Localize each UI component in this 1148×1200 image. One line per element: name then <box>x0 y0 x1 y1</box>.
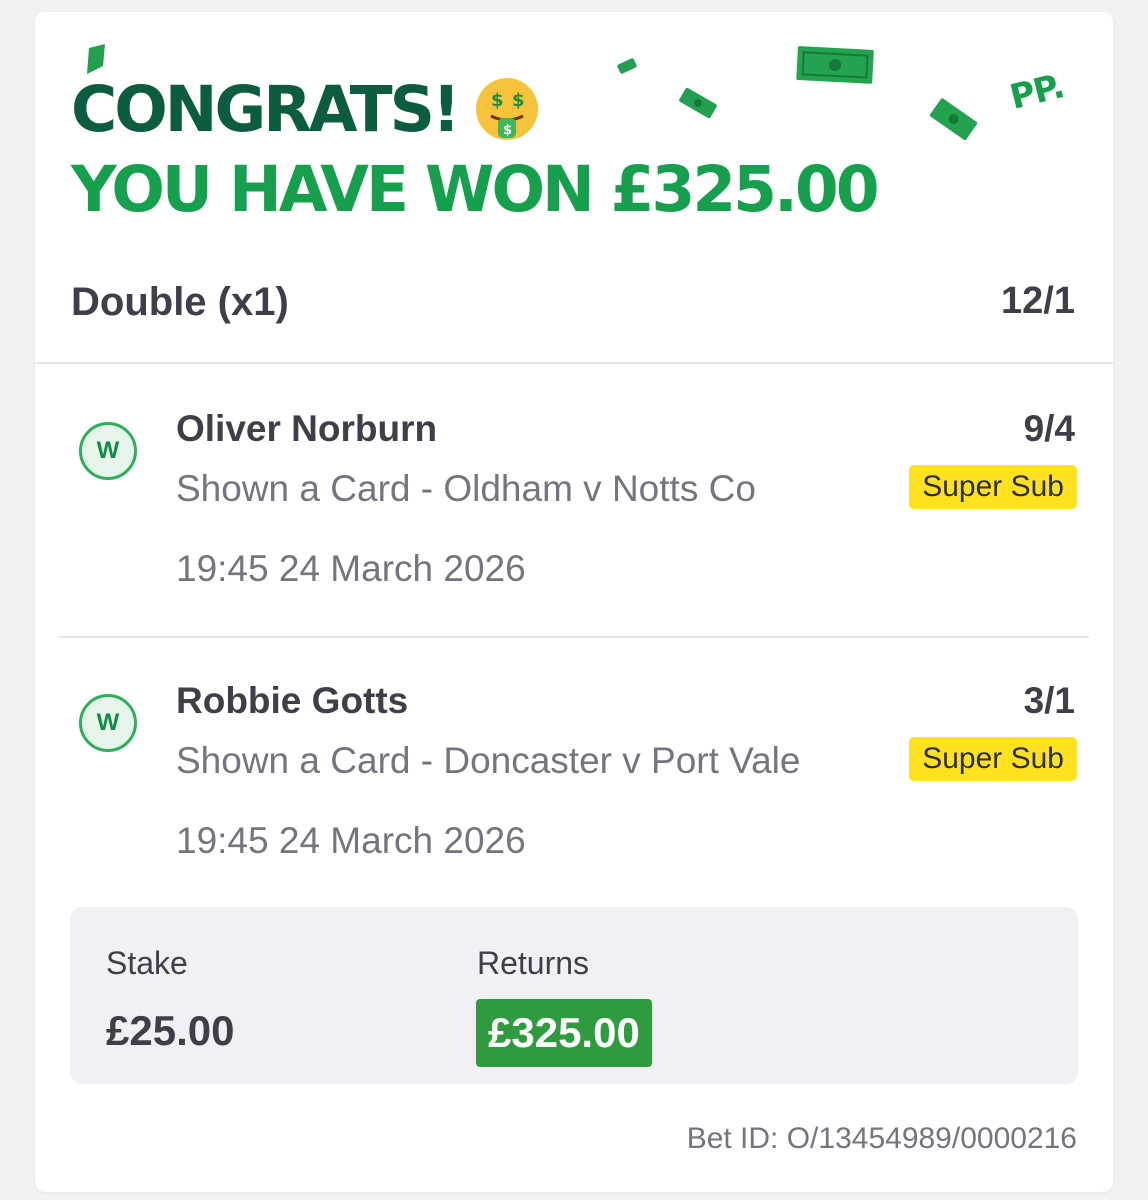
selection-date: 19:45 24 March 2026 <box>176 820 526 861</box>
selection-name: Robbie Gotts <box>176 680 409 721</box>
super-sub-badge: Super Sub <box>909 737 1077 781</box>
selection-odds: 9/4 <box>1023 408 1075 449</box>
bet-receipt-card: CONGRATS! $ $ $ YOU HAVE WON £325.00 PP.… <box>35 12 1113 1192</box>
win-banner: CONGRATS! $ $ $ YOU HAVE WON £325.00 PP. <box>35 12 1113 252</box>
super-sub-badge: Super Sub <box>909 465 1077 509</box>
banknote-icon <box>930 98 978 141</box>
stake-value: £25.00 <box>106 1007 235 1054</box>
congrats-text: CONGRATS! <box>71 72 461 146</box>
money-mouth-face-icon: $ $ $ <box>475 78 538 140</box>
banknote-icon <box>617 58 637 74</box>
selection-row: W Oliver Norburn Shown a Card - Oldham v… <box>35 364 1113 634</box>
returns-label: Returns <box>477 945 590 981</box>
congrats-heading: CONGRATS! $ $ $ <box>71 76 540 142</box>
bet-type: Double (x1) <box>71 280 289 324</box>
stake-label: Stake <box>106 945 188 981</box>
returns-value: £325.00 <box>476 999 652 1067</box>
banknote-icon <box>796 46 874 84</box>
selection-row: W Robbie Gotts Shown a Card - Doncaster … <box>59 636 1089 908</box>
selection-market: Shown a Card - Oldham v Notts Co <box>176 468 756 509</box>
win-result-badge: W <box>79 694 137 752</box>
bet-total-odds: 12/1 <box>1001 280 1075 322</box>
selection-date: 19:45 24 March 2026 <box>176 548 526 589</box>
win-result-badge: W <box>79 422 137 480</box>
won-amount-heading: YOU HAVE WON £325.00 <box>71 153 880 226</box>
bet-id: Bet ID: O/13454989/0000216 <box>686 1122 1077 1155</box>
selection-odds: 3/1 <box>1023 680 1075 721</box>
selection-name: Oliver Norburn <box>176 408 438 449</box>
stake-returns-summary: Stake £25.00 Returns £325.00 <box>70 907 1078 1084</box>
banknote-icon <box>679 87 717 119</box>
brand-logo: PP. <box>1005 66 1068 118</box>
bet-header: Double (x1) 12/1 <box>35 252 1113 364</box>
selection-market: Shown a Card - Doncaster v Port Vale <box>176 740 801 781</box>
